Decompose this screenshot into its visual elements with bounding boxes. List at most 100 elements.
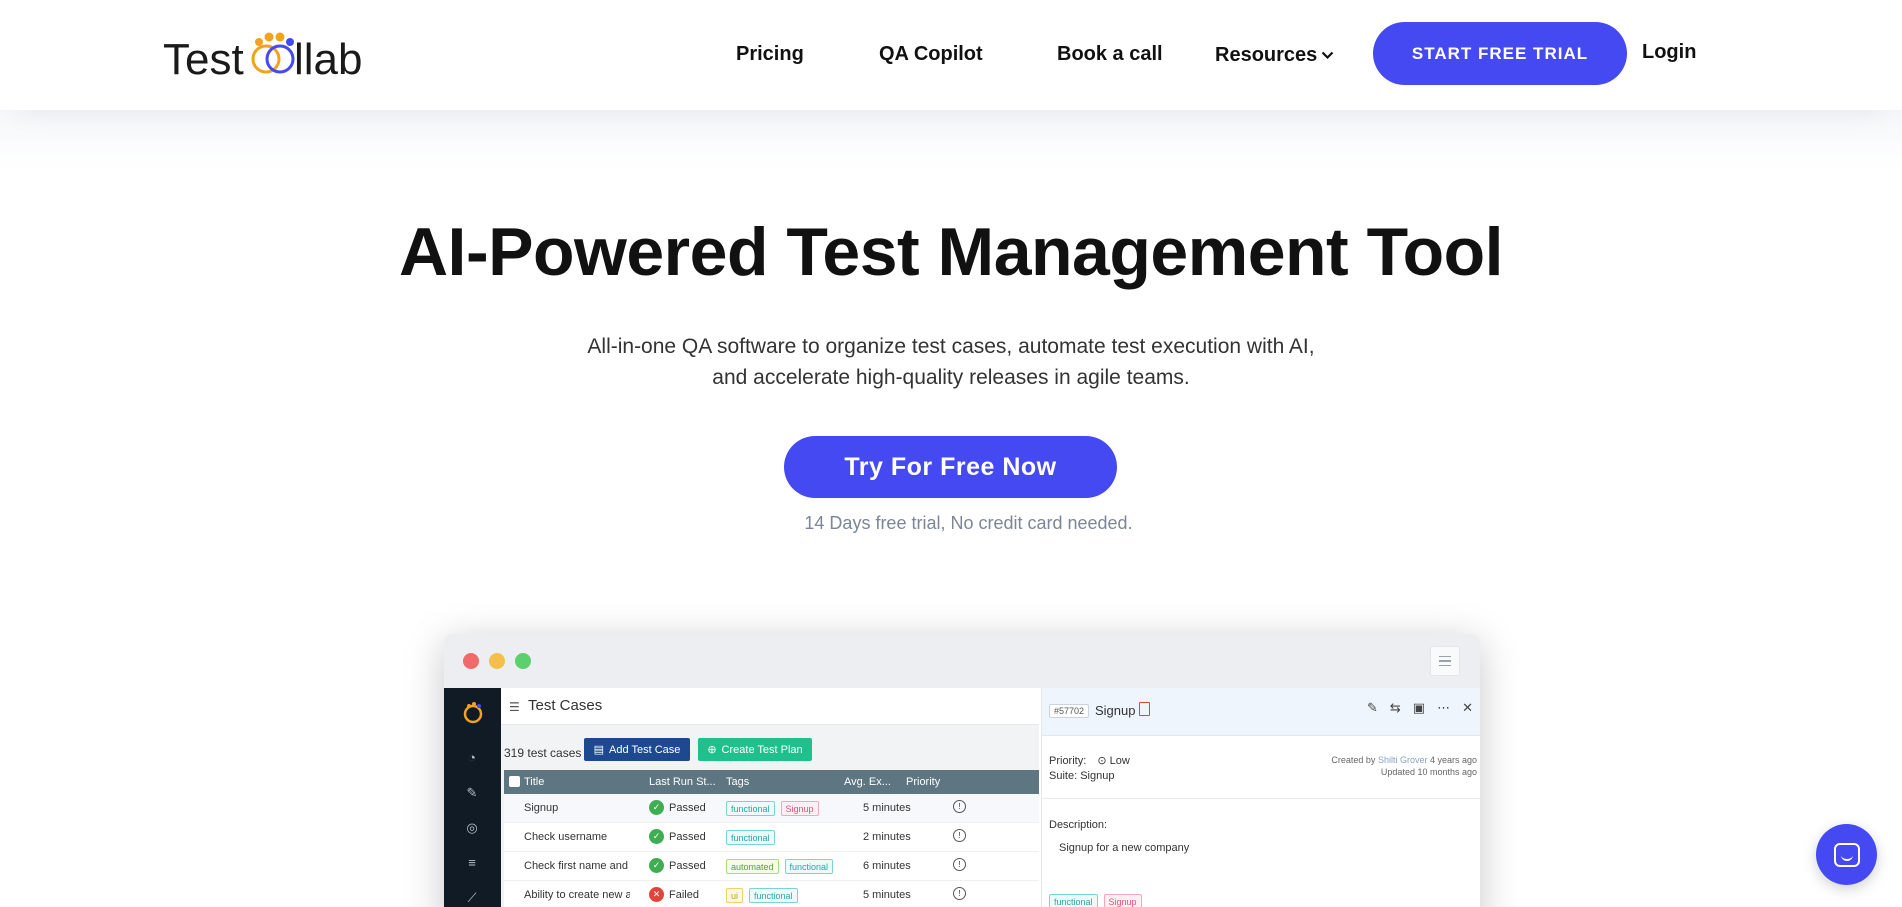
row-tags: functional (726, 830, 775, 845)
row-avg-time: 6 minutes (863, 860, 911, 872)
logo-text-left: Test (163, 35, 244, 84)
table-row[interactable]: Ability to create new account ✕ Failed uifu… (504, 881, 1039, 907)
hero-subtitle-line-2: and accelerate high-quality releases in … (712, 366, 1190, 389)
window-minimize-dot (489, 653, 505, 669)
tag: automated (726, 859, 779, 874)
hero-subtitle: All-in-one QA software to organize test … (0, 331, 1902, 393)
dashboard-icon: ◔ (468, 750, 476, 765)
row-title[interactable]: Signup (524, 802, 630, 814)
chevron-down-icon (1321, 41, 1334, 67)
plus-circle-icon: ⊕ (707, 744, 717, 756)
tag: Signup (1103, 894, 1142, 907)
description-text: Signup for a new company (1059, 842, 1190, 854)
row-title[interactable]: Check username (524, 831, 630, 843)
priority-icon: ! (953, 858, 966, 871)
test-cases-panel: ☰ Test Cases 319 test cases ▤ Add Test Ca… (501, 688, 1039, 907)
detail-toolbar: ✎ ⇆ ▣ ⋯ ✕ (1367, 700, 1473, 716)
created-by[interactable]: Shilti Grover (1378, 755, 1428, 765)
priority-value: Low (1109, 755, 1130, 767)
row-title[interactable]: Ability to create new account (524, 889, 630, 901)
app-logo-icon (460, 700, 486, 726)
tag: functional (784, 859, 834, 874)
testcollab-logo[interactable]: Test llab (163, 28, 363, 84)
priority-icon: ! (953, 887, 966, 900)
login-link[interactable]: Login (1642, 41, 1696, 64)
column-tags[interactable]: Tags (726, 776, 749, 788)
logo-graphic: Test llab (163, 32, 363, 84)
row-title[interactable]: Check first name and last name (524, 860, 630, 872)
detail-header: #57702 Signup ✎ ⇆ ▣ ⋯ ✕ (1042, 688, 1480, 736)
window-titlebar (444, 634, 1480, 688)
nav-resources-label: Resources (1215, 44, 1318, 66)
close-icon[interactable]: ✕ (1462, 700, 1473, 716)
check-icon: ✓ (649, 858, 664, 873)
try-for-free-button[interactable]: Try For Free Now (784, 436, 1117, 498)
select-all-checkbox[interactable] (509, 776, 520, 787)
row-avg-time: 5 minutes (863, 889, 911, 901)
status-text: Passed (669, 801, 706, 814)
check-icon: ✓ (649, 800, 664, 815)
row-status: ✓ Passed (649, 800, 706, 815)
row-tags: automated functional (726, 859, 834, 874)
column-priority[interactable]: Priority (906, 776, 940, 788)
tag: ui (726, 888, 744, 903)
create-test-plan-button[interactable]: ⊕ Create Test Plan (698, 738, 812, 761)
test-case-id: #57702 (1049, 704, 1090, 718)
table-row[interactable]: Check first name and last name ✓ Passed aut… (504, 852, 1039, 881)
column-avg-execution[interactable]: Avg. Ex... (844, 776, 891, 788)
window-menu-icon (1430, 646, 1460, 676)
priority-icon: ! (953, 829, 966, 842)
nav-book-a-call[interactable]: Book a call (1057, 41, 1163, 67)
chat-icon (1833, 842, 1860, 867)
status-text: Passed (669, 830, 706, 843)
row-status: ✕ Failed (649, 887, 699, 902)
detail-title: Signup (1095, 703, 1136, 718)
tag: Signup (780, 801, 819, 816)
check-circle-icon: ◎ (466, 820, 478, 835)
check-icon: ✓ (649, 829, 664, 844)
nav-resources-dropdown[interactable]: Resources (1215, 41, 1334, 68)
column-last-run-status[interactable]: Last Run St... (649, 776, 716, 788)
pdf-icon[interactable] (1139, 702, 1150, 716)
add-test-case-button[interactable]: ▤ Add Test Case (584, 738, 690, 761)
trial-note: 14 Days free trial, No credit card neede… (804, 513, 1133, 533)
more-options-icon[interactable]: ⋯ (1437, 700, 1450, 716)
table-row[interactable]: Signup ✓ Passed functional Signup 5 minutes! (504, 794, 1039, 823)
updated-ago: Updated 10 months ago (1380, 767, 1477, 777)
list-toggle-icon: ☰ (509, 700, 520, 714)
test-cases-header: ☰ Test Cases (501, 688, 1039, 725)
created-prefix: Created by (1331, 755, 1376, 765)
row-avg-time: 5 minutes (863, 802, 911, 814)
status-text: Failed (669, 888, 699, 901)
x-icon: ✕ (649, 887, 664, 902)
row-status: ✓ Passed (649, 829, 706, 844)
priority-icon: ! (953, 800, 966, 813)
chat-launcher-button[interactable] (1816, 824, 1877, 885)
hero-subtitle-line-1: All-in-one QA software to organize test … (587, 335, 1315, 358)
nav-pricing[interactable]: Pricing (736, 41, 804, 67)
table-row[interactable]: Check username ✓ Passed functional 2 minutes… (504, 823, 1039, 852)
robot-icon[interactable]: ▣ (1413, 700, 1425, 716)
window-maximize-dot (515, 653, 531, 669)
table-header: Title Last Run St... Tags Avg. Ex... Pri… (504, 770, 1039, 794)
nav-qa-copilot[interactable]: QA Copilot (879, 41, 983, 67)
hero-background (0, 110, 1902, 170)
row-tags: ui functional (726, 888, 798, 903)
edit-icon: ✎ (466, 785, 478, 800)
tag: functional (1049, 894, 1098, 907)
chart-icon: ⟋ (467, 890, 477, 905)
detail-audit: Created by Shilti Grover 4 years ago Upd… (1331, 754, 1477, 778)
row-tags: functional Signup (726, 801, 819, 816)
swap-icon[interactable]: ⇆ (1390, 700, 1401, 716)
app-preview-window: ◔ ✎ ◎ ≡ ⟋ ☰ Test Cases 319 test cases ▤ A… (444, 634, 1480, 907)
add-test-case-label: Add Test Case (609, 743, 681, 756)
edit-icon[interactable]: ✎ (1367, 700, 1378, 716)
suite-label: Suite: (1049, 770, 1078, 782)
column-title[interactable]: Title (524, 776, 544, 788)
list-icon: ≡ (468, 855, 476, 870)
tag: functional (726, 801, 775, 816)
start-free-trial-button[interactable]: START FREE TRIAL (1373, 22, 1627, 85)
row-status: ✓ Passed (649, 858, 706, 873)
description-label: Description: (1049, 819, 1108, 831)
clock-icon: ⊙ (1097, 755, 1107, 767)
